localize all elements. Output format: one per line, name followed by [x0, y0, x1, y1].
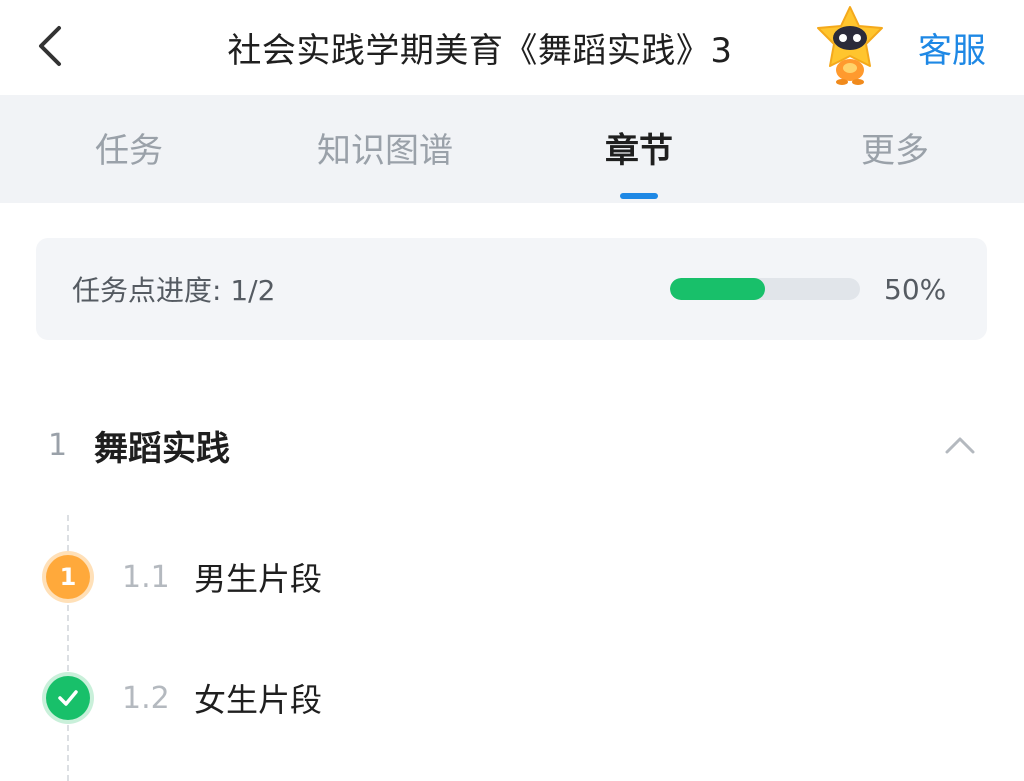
pending-task-badge: 1 [46, 555, 90, 599]
chapter-header[interactable]: 1 舞蹈实践 [0, 405, 1024, 485]
section-title: 女生片段 [194, 681, 323, 719]
chapter-number: 1 [48, 427, 68, 463]
check-icon [58, 690, 78, 706]
progress-bar [670, 278, 860, 300]
tab-more[interactable]: 更多 [830, 121, 960, 173]
chevron-up-icon[interactable] [938, 427, 982, 463]
page-title: 社会实践学期美育《舞蹈实践》3 [227, 30, 733, 71]
tab-knowledge-graph[interactable]: 知识图谱 [300, 121, 470, 173]
back-button[interactable] [22, 18, 78, 74]
tab-chapters[interactable]: 章节 [574, 121, 704, 173]
section-title: 男生片段 [194, 560, 323, 598]
section-item[interactable]: 1.2 女生片段 [0, 663, 1024, 733]
active-tab-indicator [620, 193, 658, 199]
pending-count: 1 [59, 563, 77, 591]
tab-bar: 任务 知识图谱 章节 更多 [0, 95, 1024, 203]
chapter-title: 舞蹈实践 [94, 428, 230, 469]
customer-service-button[interactable]: 客服 [918, 22, 986, 72]
section-item[interactable]: 1 1.1 男生片段 [0, 542, 1024, 612]
chevron-left-icon [39, 26, 61, 66]
progress-percent: 50% [884, 272, 947, 306]
chapter-page: 社会实践学期美育《舞蹈实践》3 客服 任务 知识图谱 章节 更多 任务点进度: … [0, 0, 1024, 781]
progress-label: 任务点进度: 1/2 [72, 274, 276, 307]
section-number: 1.2 [122, 680, 170, 716]
star-robot-mascot-icon[interactable] [812, 4, 888, 86]
task-progress-card: 任务点进度: 1/2 50% [36, 238, 987, 340]
section-number: 1.1 [122, 559, 170, 595]
tab-tasks[interactable]: 任务 [64, 121, 194, 173]
top-nav-bar: 社会实践学期美育《舞蹈实践》3 客服 [0, 0, 1024, 95]
completed-badge [46, 676, 90, 720]
progress-bar-fill [670, 278, 765, 300]
